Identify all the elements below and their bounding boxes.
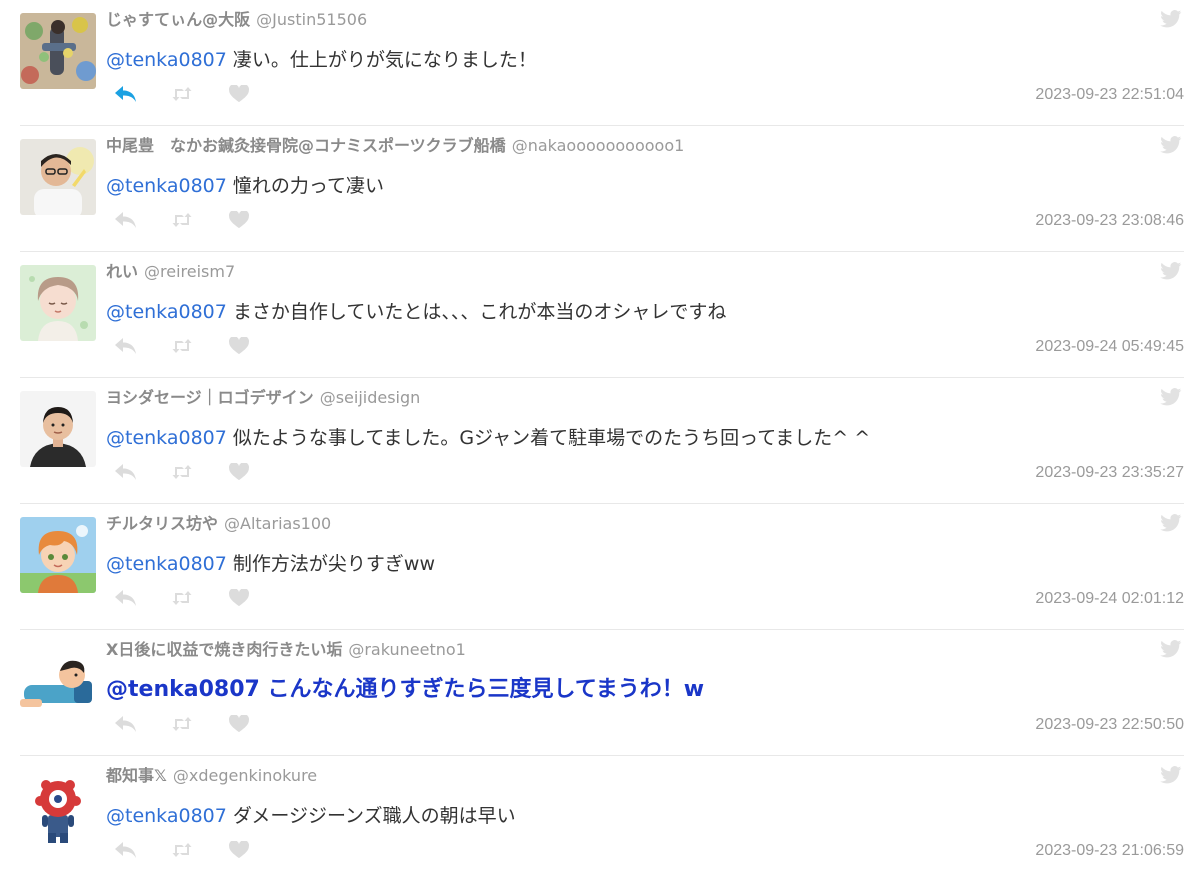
tweet-body: @tenka0807 憧れの力って凄い <box>106 172 384 200</box>
like-heart-icon[interactable] <box>228 712 258 736</box>
tweet-actions <box>114 208 285 232</box>
tweet-header: じゃすてぃん@大阪 @Justin51506 <box>106 8 367 32</box>
like-heart-icon[interactable] <box>228 82 258 106</box>
tweet-timestamp[interactable]: 2023-09-24 05:49:45 <box>1035 338 1184 356</box>
tweet-timestamp[interactable]: 2023-09-23 23:08:46 <box>1035 212 1184 230</box>
twitter-bird-icon[interactable] <box>1160 10 1182 28</box>
display-name[interactable]: ヨシダセージ｜ロゴデザイン <box>106 388 314 407</box>
retweet-icon[interactable] <box>171 334 201 358</box>
tweet-text: まさか自作していたとは、、、これが本当のオシャレですね <box>226 301 727 323</box>
avatar[interactable] <box>20 391 96 467</box>
reply-icon[interactable] <box>114 712 144 736</box>
reply-icon[interactable] <box>114 838 144 862</box>
avatar[interactable] <box>20 517 96 593</box>
twitter-bird-icon[interactable] <box>1160 388 1182 406</box>
mention-link[interactable]: @tenka0807 <box>106 805 227 827</box>
tweet-actions <box>114 586 285 610</box>
like-heart-icon[interactable] <box>228 460 258 484</box>
reply-icon[interactable] <box>114 334 144 358</box>
mention-link[interactable]: @tenka0807 <box>106 677 260 702</box>
tweet-card: れい @reireism7 @tenka0807 まさか自作していたとは、、、これ… <box>0 252 1200 378</box>
user-handle[interactable]: @seijidesign <box>320 388 421 407</box>
tweet-header: ヨシダセージ｜ロゴデザイン @seijidesign <box>106 386 420 410</box>
user-handle[interactable]: @nakaooooooooooo1 <box>512 136 685 155</box>
like-heart-icon[interactable] <box>228 586 258 610</box>
tweet-timestamp[interactable]: 2023-09-24 02:01:12 <box>1035 590 1184 608</box>
display-name[interactable]: チルタリス坊や <box>106 514 218 533</box>
tweet-card: X日後に収益で焼き肉行きたい垢 @rakuneetno1 @tenka0807 こ… <box>0 630 1200 756</box>
avatar[interactable] <box>20 265 96 341</box>
twitter-bird-icon[interactable] <box>1160 136 1182 154</box>
tweet-actions <box>114 82 285 106</box>
tweet-actions <box>114 460 285 484</box>
reply-icon[interactable] <box>114 460 144 484</box>
mention-link[interactable]: @tenka0807 <box>106 427 227 449</box>
reply-icon[interactable] <box>114 586 144 610</box>
tweet-feed: じゃすてぃん@大阪 @Justin51506 @tenka0807 凄い。仕上がり… <box>0 0 1200 881</box>
reply-icon[interactable] <box>114 82 144 106</box>
tweet-timestamp[interactable]: 2023-09-23 22:50:50 <box>1035 716 1184 734</box>
retweet-icon[interactable] <box>171 712 201 736</box>
display-name[interactable]: れい <box>106 262 138 281</box>
avatar[interactable] <box>20 643 96 719</box>
tweet-card: チルタリス坊や @Altarias100 @tenka0807 制作方法が尖りすぎ… <box>0 504 1200 630</box>
user-handle[interactable]: @Altarias100 <box>224 514 331 533</box>
tweet-body: @tenka0807 凄い。仕上がりが気になりました！ <box>106 46 537 74</box>
twitter-bird-icon[interactable] <box>1160 514 1182 532</box>
tweet-card: 中尾豊 なかお鍼灸接骨院@コナミスポーツクラブ船橋 @nakaoooooooooo… <box>0 126 1200 252</box>
tweet-card: じゃすてぃん@大阪 @Justin51506 @tenka0807 凄い。仕上がり… <box>0 0 1200 126</box>
avatar[interactable] <box>20 13 96 89</box>
tweet-card: 都知事𝕏 @xdegenkinokure @tenka0807 ダメージジーンズ職… <box>0 756 1200 881</box>
user-handle[interactable]: @xdegenkinokure <box>173 766 317 785</box>
tweet-body: @tenka0807 制作方法が尖りすぎww <box>106 550 435 578</box>
tweet-header: 都知事𝕏 @xdegenkinokure <box>106 764 317 788</box>
like-heart-icon[interactable] <box>228 838 258 862</box>
tweet-body: @tenka0807 こんなん通りすぎたら三度見してまうわ！w <box>106 676 704 704</box>
retweet-icon[interactable] <box>171 208 201 232</box>
tweet-header: X日後に収益で焼き肉行きたい垢 @rakuneetno1 <box>106 638 466 662</box>
tweet-body: @tenka0807 まさか自作していたとは、、、これが本当のオシャレですね <box>106 298 726 326</box>
retweet-icon[interactable] <box>171 460 201 484</box>
tweet-body: @tenka0807 似たような事してました。Gジャン着て駐車場でのたうち回って… <box>106 424 870 452</box>
tweet-timestamp[interactable]: 2023-09-23 21:06:59 <box>1035 842 1184 860</box>
tweet-text: こんなん通りすぎたら三度見してまうわ！w <box>259 677 705 702</box>
tweet-timestamp[interactable]: 2023-09-23 22:51:04 <box>1035 86 1184 104</box>
tweet-actions <box>114 334 285 358</box>
avatar[interactable] <box>20 769 96 845</box>
tweet-actions <box>114 712 285 736</box>
tweet-header: 中尾豊 なかお鍼灸接骨院@コナミスポーツクラブ船橋 @nakaoooooooooo… <box>106 134 684 158</box>
tweet-timestamp[interactable]: 2023-09-23 23:35:27 <box>1035 464 1184 482</box>
user-handle[interactable]: @rakuneetno1 <box>348 640 466 659</box>
retweet-icon[interactable] <box>171 586 201 610</box>
twitter-bird-icon[interactable] <box>1160 262 1182 280</box>
retweet-icon[interactable] <box>171 838 201 862</box>
tweet-text: ダメージジーンズ職人の朝は早い <box>226 805 516 827</box>
avatar[interactable] <box>20 139 96 215</box>
tweet-text: 制作方法が尖りすぎww <box>226 553 435 575</box>
tweet-header: れい @reireism7 <box>106 260 235 284</box>
like-heart-icon[interactable] <box>228 334 258 358</box>
twitter-bird-icon[interactable] <box>1160 640 1182 658</box>
twitter-bird-icon[interactable] <box>1160 766 1182 784</box>
display-name[interactable]: X日後に収益で焼き肉行きたい垢 <box>106 640 342 659</box>
mention-link[interactable]: @tenka0807 <box>106 175 227 197</box>
retweet-icon[interactable] <box>171 82 201 106</box>
like-heart-icon[interactable] <box>228 208 258 232</box>
mention-link[interactable]: @tenka0807 <box>106 49 227 71</box>
reply-icon[interactable] <box>114 208 144 232</box>
tweet-actions <box>114 838 285 862</box>
tweet-body: @tenka0807 ダメージジーンズ職人の朝は早い <box>106 802 516 830</box>
user-handle[interactable]: @Justin51506 <box>256 10 367 29</box>
tweet-card: ヨシダセージ｜ロゴデザイン @seijidesign @tenka0807 似たよ… <box>0 378 1200 504</box>
mention-link[interactable]: @tenka0807 <box>106 553 227 575</box>
mention-link[interactable]: @tenka0807 <box>106 301 227 323</box>
tweet-header: チルタリス坊や @Altarias100 <box>106 512 331 536</box>
tweet-text: 凄い。仕上がりが気になりました！ <box>226 49 537 71</box>
user-handle[interactable]: @reireism7 <box>144 262 235 281</box>
display-name[interactable]: 都知事𝕏 <box>106 766 167 785</box>
tweet-text: 似たような事してました。Gジャン着て駐車場でのたうち回ってました^ ^ <box>226 427 871 449</box>
display-name[interactable]: 中尾豊 なかお鍼灸接骨院@コナミスポーツクラブ船橋 <box>106 136 506 155</box>
tweet-text: 憧れの力って凄い <box>226 175 384 197</box>
display-name[interactable]: じゃすてぃん@大阪 <box>106 10 250 29</box>
